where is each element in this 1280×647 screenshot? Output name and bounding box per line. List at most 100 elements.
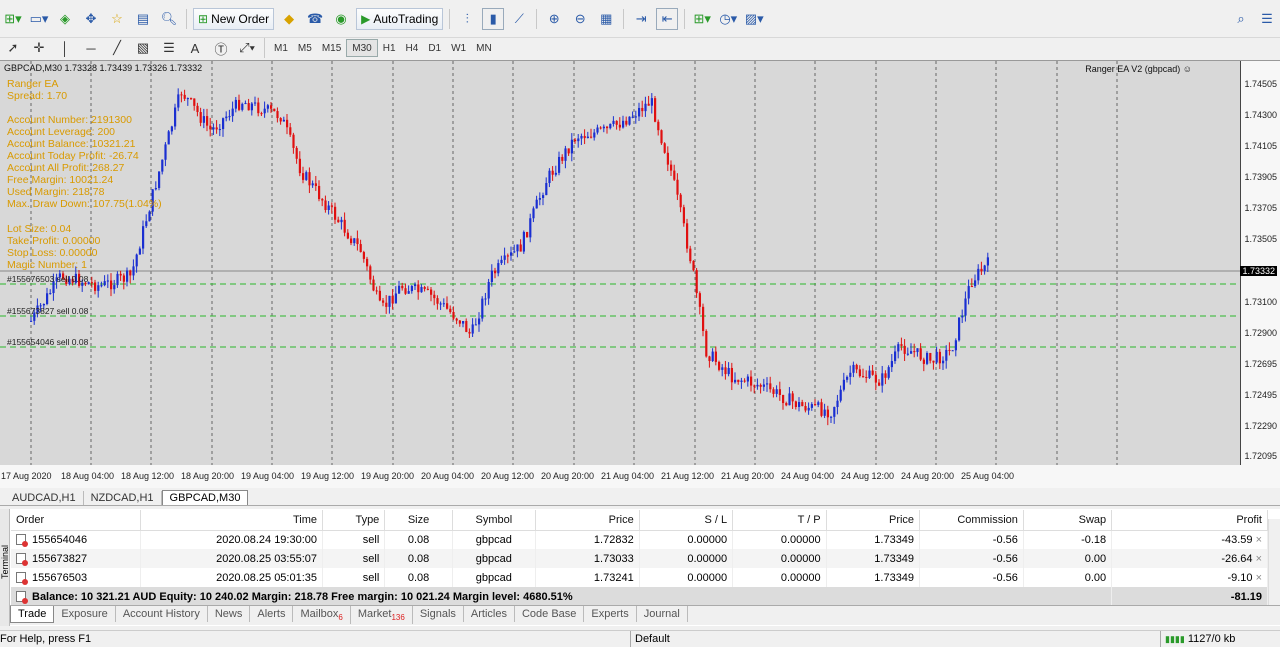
candle-body (334, 206, 337, 220)
timeframe-m15[interactable]: M15 (317, 39, 346, 57)
horizontal-line-icon[interactable]: ─ (80, 37, 102, 59)
bar-chart-icon[interactable]: ⫶ (456, 8, 478, 30)
search-icon[interactable]: ⌕ (1230, 8, 1252, 30)
fibonacci-icon[interactable]: ☰ (158, 37, 180, 59)
terminal-tab-exposure[interactable]: Exposure (54, 606, 116, 622)
auto-scroll-icon[interactable]: ⇥ (630, 8, 652, 30)
traffic-text: 1127/0 kb (1187, 633, 1236, 645)
text-icon[interactable]: A (184, 37, 206, 59)
navigator-icon[interactable]: ✥ (80, 8, 102, 30)
terminal-side-tab[interactable]: Terminal (0, 509, 10, 626)
table-row[interactable]: 155673827 2020.08.25 03:55:07 sell 0.08 gbpc… (11, 549, 1268, 568)
terminal-tab-news[interactable]: News (208, 606, 251, 622)
timeframe-h4[interactable]: H4 (401, 39, 424, 57)
templates-icon[interactable]: ▨▾ (743, 8, 765, 30)
column-header[interactable]: Profit (1111, 510, 1268, 531)
crosshair-icon[interactable]: ✛ (28, 37, 50, 59)
column-header[interactable]: Commission (919, 510, 1024, 531)
market-watch-icon[interactable]: ◈ (54, 8, 76, 30)
new-order-button[interactable]: ⊞ New Order (193, 7, 275, 30)
vertical-line-icon[interactable]: │ (54, 37, 76, 59)
candle-body (980, 268, 983, 272)
tester-icon[interactable]: 🔍︎ (158, 8, 180, 30)
timeframe-m30[interactable]: M30 (346, 39, 378, 57)
column-header[interactable]: Time (140, 510, 324, 531)
terminal-tab-experts[interactable]: Experts (584, 606, 637, 622)
cursor-icon[interactable]: ➚ (2, 37, 24, 59)
timeframe-m1[interactable]: M1 (269, 39, 293, 57)
candle-body (606, 126, 609, 129)
autotrading-button[interactable]: ▶ AutoTrading (356, 7, 444, 30)
candle-body (417, 284, 420, 293)
candle-body (654, 98, 657, 122)
column-header[interactable]: Price (535, 510, 640, 531)
channel-icon[interactable]: ▧ (132, 37, 154, 59)
terminal-tab-mailbox[interactable]: Mailbox6 (293, 606, 351, 625)
signals-icon[interactable]: ☎ (304, 8, 326, 30)
chat-icon[interactable]: ☰ (1256, 8, 1278, 30)
indicators-icon[interactable]: ⊞▾ (691, 8, 713, 30)
balance-summary: Balance: 10 321.21 AUD Equity: 10 240.02… (11, 587, 1113, 606)
candle-body (106, 280, 109, 282)
chart-shift-icon[interactable]: ⇤ (656, 7, 679, 30)
column-header[interactable]: Price (826, 510, 921, 531)
time-axis[interactable]: 17 Aug 2020 18 Aug 04:00 18 Aug 12:00 18 Au… (0, 465, 1280, 489)
timeframe-mn[interactable]: MN (471, 39, 497, 57)
candle-body (311, 183, 314, 186)
terminal-tab-articles[interactable]: Articles (464, 606, 515, 622)
column-header[interactable]: T / P (732, 510, 827, 531)
label-icon[interactable]: Ⓣ (210, 37, 232, 59)
terminal-tab-signals[interactable]: Signals (413, 606, 464, 622)
metaeditor-icon[interactable]: ◆ (278, 8, 300, 30)
candle-body (295, 147, 298, 159)
terminal-tab-journal[interactable]: Journal (637, 606, 688, 622)
favorites-icon[interactable]: ☆ (106, 8, 128, 30)
table-row[interactable]: 155676503 2020.08.25 05:01:35 sell 0.08 gbpc… (11, 568, 1268, 587)
profiles-icon[interactable]: ▭▾ (28, 8, 50, 30)
chart-tab[interactable]: GBPCAD,M30 (161, 490, 249, 505)
terminal-tab-account-history[interactable]: Account History (116, 606, 208, 622)
terminal-icon[interactable]: ▤ (132, 8, 154, 30)
zoom-in-icon[interactable]: ⊕ (543, 8, 565, 30)
column-header[interactable]: Swap (1023, 510, 1113, 531)
tab-label: Journal (643, 608, 680, 620)
terminal-tab-market[interactable]: Market136 (351, 606, 413, 625)
close-order-icon[interactable]: × (1253, 572, 1262, 584)
candlestick-chart[interactable] (0, 61, 1240, 465)
tile-windows-icon[interactable]: ▦ (595, 8, 617, 30)
price-plot[interactable]: GBPCAD,M30 1.73328 1.73439 1.73326 1.733… (0, 61, 1240, 465)
timeframe-d1[interactable]: D1 (423, 39, 446, 57)
trendline-icon[interactable]: ╱ (106, 37, 128, 59)
terminal-scrollbar[interactable] (1268, 519, 1280, 614)
candle-body (474, 324, 477, 326)
table-row[interactable]: 155654046 2020.08.24 19:30:00 sell 0.08 gbpc… (11, 530, 1268, 549)
terminal-tab-code-base[interactable]: Code Base (515, 606, 585, 622)
price-axis[interactable]: 1.74505 1.74300 1.74105 1.73905 1.73705 1.735… (1240, 61, 1280, 465)
column-header[interactable]: Type (322, 510, 386, 531)
table-cell: 1.73349 (826, 530, 921, 549)
candle-body (644, 103, 647, 112)
column-header[interactable]: Size (384, 510, 453, 531)
candle-body (945, 349, 948, 361)
column-header[interactable]: Symbol (452, 510, 536, 531)
column-header[interactable]: Order (11, 510, 142, 531)
candlestick-icon[interactable]: ▮ (482, 7, 505, 30)
column-header[interactable]: S / L (639, 510, 734, 531)
chart-tab[interactable]: AUDCAD,H1 (5, 491, 84, 505)
new-chart-icon[interactable]: ⊞▾ (2, 8, 24, 30)
close-order-icon[interactable]: × (1253, 553, 1262, 565)
chart-window[interactable]: GBPCAD,M30 1.73328 1.73439 1.73326 1.733… (0, 60, 1280, 489)
terminal-tab-alerts[interactable]: Alerts (250, 606, 294, 622)
periods-icon[interactable]: ◷▾ (717, 8, 739, 30)
line-chart-icon[interactable]: ⟋ (508, 8, 530, 30)
close-order-icon[interactable]: × (1253, 534, 1262, 546)
timeframe-h1[interactable]: H1 (378, 39, 401, 57)
vps-icon[interactable]: ◉ (330, 8, 352, 30)
chart-tab[interactable]: NZDCAD,H1 (84, 491, 162, 505)
timeframe-m5[interactable]: M5 (293, 39, 317, 57)
shapes-icon[interactable]: ⤢▾ (236, 37, 258, 59)
terminal-tab-trade[interactable]: Trade (10, 606, 55, 623)
connection-bars-icon: ▮▮▮▮ (1165, 634, 1185, 644)
timeframe-w1[interactable]: W1 (446, 39, 471, 57)
zoom-out-icon[interactable]: ⊖ (569, 8, 591, 30)
